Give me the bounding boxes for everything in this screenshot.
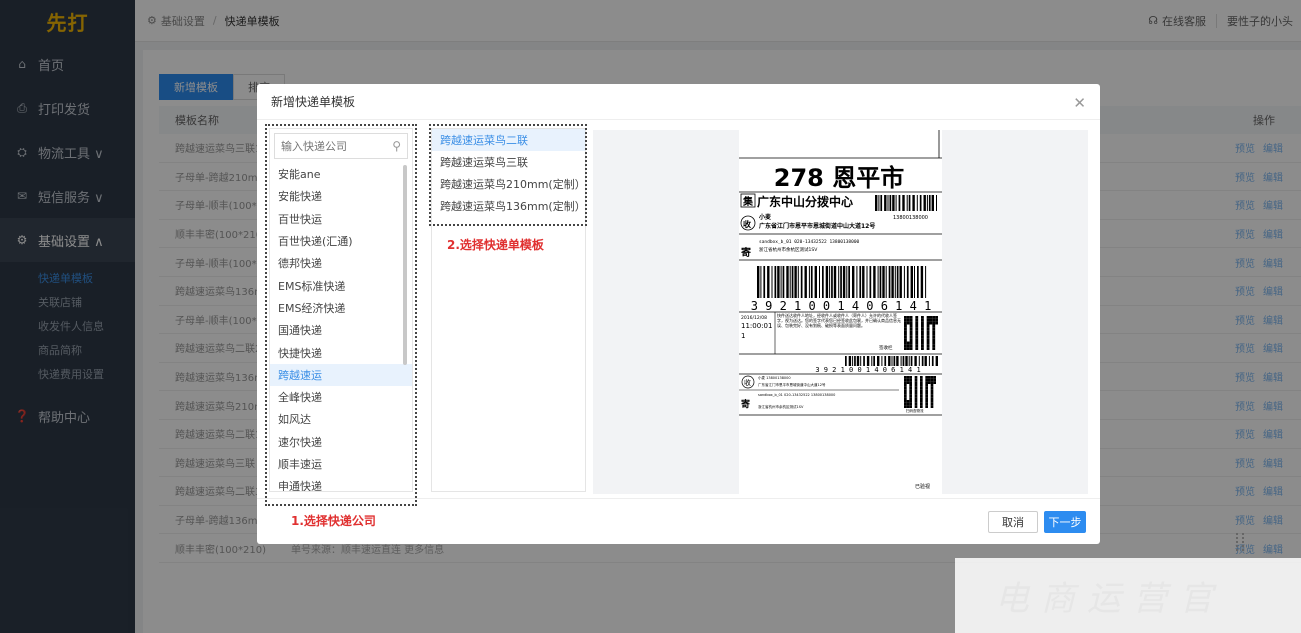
receiver-mark: 收	[743, 219, 751, 229]
inspected-stamp: 已验视	[915, 483, 930, 490]
annotation-box-template	[429, 124, 587, 226]
tracking-number: 3 9 2 1 0 0 1 4 0 6 1 4 1	[751, 299, 932, 313]
print-date: 2016/12/08	[741, 315, 767, 321]
receiver-name: 小麦	[758, 213, 772, 221]
delivery-notice: 快件送达收件人地址，经收件人或收件人（寄件人）允许的代收人签字，视为送达。您的签…	[777, 313, 901, 328]
sign-field: 签收栏	[879, 344, 893, 351]
drag-handle[interactable]	[1236, 533, 1244, 551]
modal-footer: 取消 下一步	[257, 498, 1100, 544]
small-receiver: 小麦 13800138000	[758, 375, 791, 380]
small-sender-address: 浙江省杭州市余杭区测试1SV	[758, 404, 804, 409]
add-template-modal: 新增快递单模板 ✕ ⚲ 安能ane安能快递百世快运百世快递(汇通)德邦快递EMS…	[257, 84, 1100, 544]
annotation-step-2: 2.选择快递单模板	[447, 238, 544, 252]
annotation-box-company	[265, 124, 417, 506]
receiver-phone: 13800138000	[893, 215, 928, 221]
sender-line: sandbox_b_01 020-13432522 13800138000	[759, 239, 860, 245]
small-receiver-address: 广东省江门市恩平市恩城街道中山大道12号	[758, 382, 826, 387]
tracking-number-small: 3 9 2 1 0 0 1 4 0 6 1 4 1	[815, 366, 920, 374]
print-time: 11:00:01	[741, 322, 772, 330]
watermark: 电商运营官	[955, 558, 1301, 633]
close-icon[interactable]: ✕	[1073, 94, 1086, 112]
piece-count: 1	[741, 332, 745, 340]
waybill-preview: 278 恩平市 集 广东中山分拨中心 收 小麦 13800138000 广东省江…	[739, 130, 942, 494]
scan-note: 扫码查物流	[906, 408, 924, 413]
receiver-mark-small: 收	[744, 378, 751, 387]
sort-code: 278 恩平市	[774, 164, 904, 192]
receiver-address: 广东省江门市恩平市恩城街道中山大道12号	[759, 222, 875, 230]
next-button[interactable]: 下一步	[1044, 511, 1086, 533]
sender-mark-small: 寄	[741, 398, 750, 410]
hub-name: 广东中山分拨中心	[757, 194, 853, 209]
template-preview: 278 恩平市 集 广东中山分拨中心 收 小麦 13800138000 广东省江…	[593, 130, 1088, 494]
modal-title: 新增快递单模板	[257, 84, 1100, 120]
cancel-button[interactable]: 取消	[988, 511, 1038, 533]
sender-mark: 寄	[741, 246, 751, 259]
hub-mark: 集	[742, 195, 754, 208]
small-sender: sandbox_b_01 020-13432522 13800138000	[758, 393, 835, 397]
sender-address: 浙江省杭州市余杭区测试1SV	[759, 246, 818, 253]
